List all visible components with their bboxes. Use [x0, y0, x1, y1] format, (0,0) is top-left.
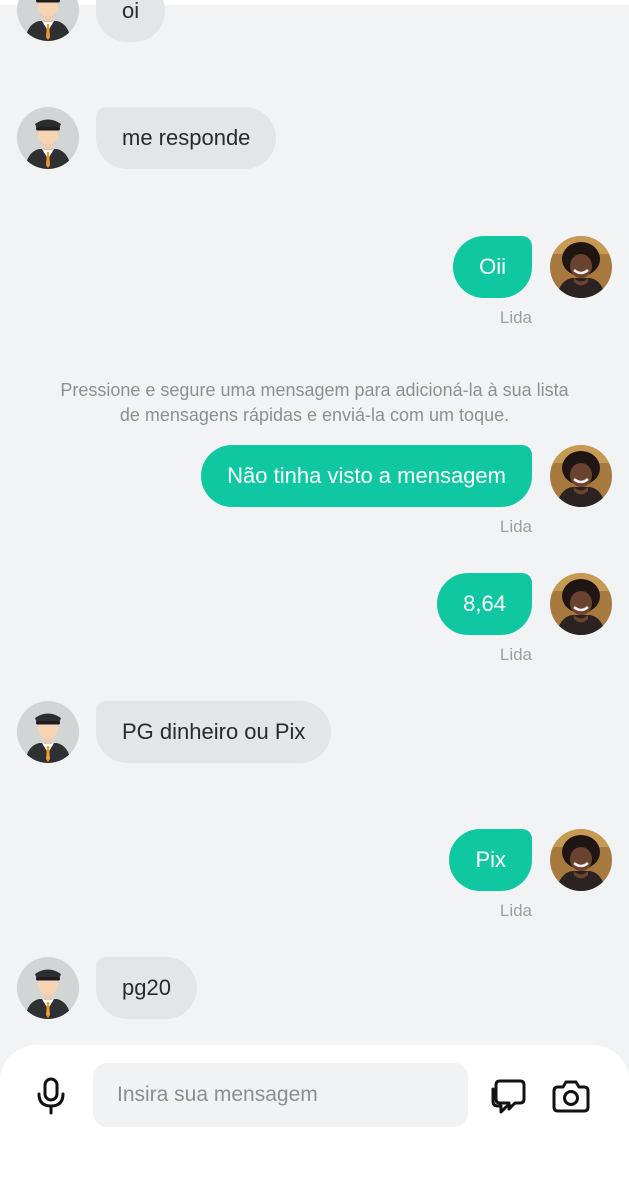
- user-avatar: [550, 829, 612, 891]
- quick-messages-button[interactable]: [488, 1074, 532, 1118]
- incoming-message-bubble[interactable]: PG dinheiro ou Pix: [96, 701, 332, 763]
- incoming-message-bubble[interactable]: oi: [96, 0, 166, 42]
- message-read-status: Lida: [499, 645, 532, 664]
- contact-avatar: [17, 957, 79, 1019]
- user-avatar: [550, 573, 612, 635]
- microphone-icon: [37, 1077, 65, 1115]
- camera-icon: [552, 1080, 590, 1113]
- user-avatar: [550, 445, 612, 507]
- message-input[interactable]: [93, 1063, 468, 1127]
- camera-button[interactable]: [549, 1074, 593, 1118]
- outgoing-message-bubble[interactable]: Não tinha visto a mensagem: [201, 445, 532, 507]
- incoming-message-bubble[interactable]: me responde: [96, 107, 277, 169]
- incoming-message-bubble[interactable]: pg20: [96, 957, 197, 1019]
- message-read-status: Lida: [499, 517, 532, 536]
- microphone-button[interactable]: [29, 1074, 73, 1118]
- quick-messages-icon: [491, 1079, 526, 1114]
- hint-line-1: Pressione e segure uma mensagem para adi…: [60, 380, 569, 400]
- outgoing-message-bubble[interactable]: 8,64: [437, 573, 532, 635]
- top-edge: [0, 0, 629, 5]
- hint-line-2: de mensagens rápidas e enviá-la com um t…: [119, 405, 510, 425]
- message-composer: [0, 1045, 629, 1199]
- user-avatar: [550, 236, 612, 298]
- contact-avatar: [17, 701, 79, 763]
- outgoing-message-bubble[interactable]: Pix: [449, 829, 532, 891]
- chat-area[interactable]: oi me responde Oii Lida Pressione e segu…: [0, 0, 629, 1045]
- quick-messages-hint: Pressione e segure uma mensagem para adi…: [0, 378, 629, 428]
- message-read-status: Lida: [499, 901, 532, 920]
- contact-avatar: [17, 0, 79, 41]
- contact-avatar: [17, 107, 79, 169]
- message-read-status: Lida: [499, 308, 532, 327]
- outgoing-message-bubble[interactable]: Oii: [453, 236, 532, 298]
